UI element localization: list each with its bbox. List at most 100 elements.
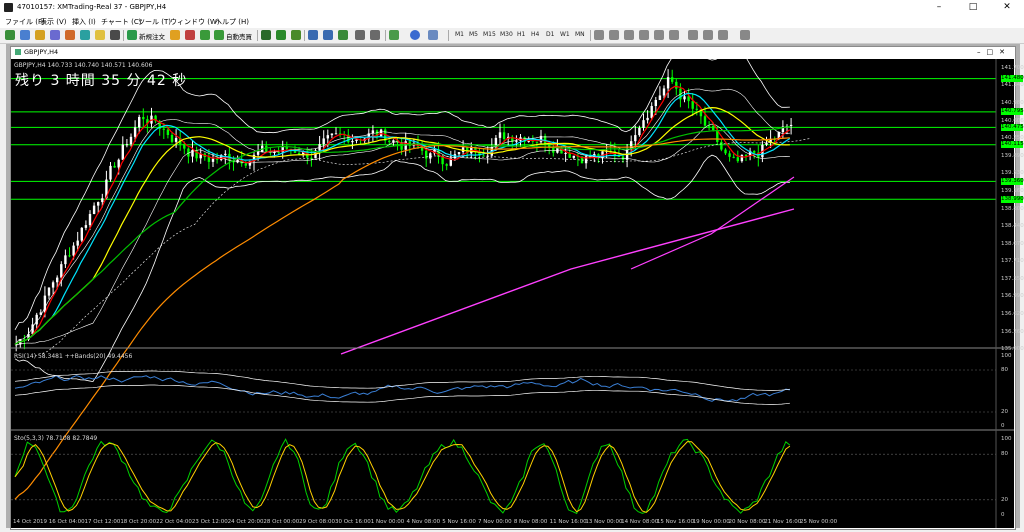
level-price-tag: 138.990 — [1001, 195, 1024, 203]
candlestick-icon[interactable] — [276, 30, 286, 40]
indicators-icon[interactable] — [389, 30, 399, 40]
price-axis-label: 141.340 — [1001, 82, 1024, 89]
market-watch-icon[interactable] — [35, 30, 45, 40]
alerts-icon[interactable] — [185, 30, 195, 40]
text-label-icon[interactable] — [703, 30, 713, 40]
candle-body — [326, 135, 329, 139]
equidistant-channel-icon[interactable] — [654, 30, 664, 40]
price-axis-label: 136.990 — [1001, 293, 1024, 300]
minimize-button[interactable]: – — [922, 0, 956, 15]
candle-body — [740, 154, 744, 162]
candle-body — [736, 157, 739, 162]
zoom-in-icon[interactable] — [308, 30, 318, 40]
tester-icon[interactable] — [95, 30, 105, 40]
maximize-button[interactable]: □ — [956, 0, 990, 15]
chart-window-controls[interactable]: –□✕ — [977, 48, 1011, 56]
zoom-out-icon[interactable] — [323, 30, 333, 40]
arrows-icon[interactable] — [718, 30, 728, 40]
menu-chart[interactable]: チャート (C) — [101, 17, 142, 27]
profiles-icon[interactable] — [20, 30, 30, 40]
candle-body — [638, 127, 641, 136]
level-price-tag: 140.795 — [1001, 108, 1024, 116]
price-axis-label: 138.800 — [1001, 205, 1024, 212]
candle-body — [666, 77, 670, 89]
line-chart-icon[interactable] — [291, 30, 301, 40]
new-order-button[interactable]: 新規注文 — [139, 31, 165, 41]
menu-help[interactable]: ヘルプ (H) — [215, 17, 249, 27]
auto-trading-icon[interactable] — [214, 30, 224, 40]
timeframe-w1[interactable]: W1 — [560, 31, 570, 38]
templates-icon[interactable] — [428, 30, 438, 40]
trendline-icon[interactable] — [639, 30, 649, 40]
time-axis-label: 23 Oct 12:00 — [191, 519, 228, 525]
time-axis-label: 14 Nov 08:00 — [621, 519, 659, 525]
candle-body — [51, 282, 55, 288]
candle-body — [138, 116, 141, 128]
menu-tools[interactable]: ツール (T) — [138, 17, 171, 27]
toolbar-separator — [448, 30, 449, 41]
price-axis-label: 139.890 — [1001, 152, 1024, 159]
price-chart[interactable] — [11, 59, 1014, 528]
candle-body — [129, 136, 133, 145]
periods-icon[interactable] — [410, 30, 420, 40]
metaeditor-icon[interactable] — [110, 30, 120, 40]
auto-trading-button[interactable]: 自動売買 — [226, 31, 252, 41]
time-axis-label: 13 Nov 00:00 — [585, 519, 623, 525]
timeframe-mn[interactable]: MN — [575, 31, 585, 38]
chart-window-symbol: GBPJPY,H4 — [24, 48, 59, 56]
app-icon — [4, 3, 13, 12]
timeframe-h1[interactable]: H1 — [517, 31, 525, 38]
close-button[interactable]: ✕ — [990, 0, 1024, 15]
vertical-line-icon[interactable] — [609, 30, 619, 40]
menu-view[interactable]: 表示 (V) — [40, 17, 66, 27]
crosshair-icon[interactable] — [594, 30, 604, 40]
new-chart-icon[interactable] — [5, 30, 15, 40]
candle-body — [732, 156, 735, 158]
candle-body — [720, 141, 723, 150]
timeframe-m30[interactable]: M30 — [500, 31, 513, 38]
timeframe-m1[interactable]: M1 — [455, 31, 464, 38]
navigator-icon[interactable] — [65, 30, 75, 40]
rsi-label: RSI(14) 58.3481 ++Bands(20) 49.4456 — [14, 353, 133, 360]
calendar-icon[interactable] — [200, 30, 210, 40]
chart-shift-icon[interactable] — [355, 30, 365, 40]
time-axis-label: 29 Oct 08:00 — [299, 519, 336, 525]
more-tools-icon[interactable] — [740, 30, 750, 40]
time-axis-label: 28 Oct 00:00 — [263, 519, 300, 525]
time-axis-label: 4 Nov 08:00 — [406, 519, 441, 525]
timeframe-m15[interactable]: M15 — [483, 31, 496, 38]
timeframe-m5[interactable]: M5 — [469, 31, 478, 38]
rsi-axis-label: 100 — [1001, 353, 1012, 359]
candle-body — [88, 213, 92, 226]
text-icon[interactable] — [688, 30, 698, 40]
horizontal-line-icon[interactable] — [624, 30, 634, 40]
menu-insert[interactable]: 挿入 (I) — [72, 17, 96, 27]
candle-body — [256, 151, 260, 155]
candle-body — [351, 141, 354, 143]
data-window-icon[interactable] — [50, 30, 60, 40]
candle-body — [617, 156, 621, 158]
toolbar-separator — [385, 30, 386, 41]
timeframe-d1[interactable]: D1 — [546, 31, 554, 38]
menu-window[interactable]: ウィンドウ (W) — [170, 17, 220, 27]
time-axis-label: 25 Nov 00:00 — [800, 519, 838, 525]
candle-body — [498, 132, 502, 138]
strategy-icon[interactable] — [170, 30, 180, 40]
candle-body — [502, 132, 506, 140]
candle-body — [43, 295, 47, 313]
terminal-icon[interactable] — [80, 30, 90, 40]
candle-body — [744, 154, 748, 156]
bar-chart-icon[interactable] — [261, 30, 271, 40]
autoscroll-icon[interactable] — [370, 30, 380, 40]
candle-body — [97, 202, 100, 206]
candle-body — [634, 135, 637, 142]
timeframe-h4[interactable]: H4 — [531, 31, 539, 38]
time-axis-label: 21 Nov 16:00 — [764, 519, 802, 525]
new-order-icon[interactable] — [127, 30, 137, 40]
candle-body — [392, 140, 395, 143]
menu-file[interactable]: ファイル (F) — [5, 17, 45, 27]
candle-body — [322, 138, 325, 145]
fibonacci-icon[interactable] — [669, 30, 679, 40]
candle-body — [621, 156, 625, 160]
tile-windows-icon[interactable] — [338, 30, 348, 40]
